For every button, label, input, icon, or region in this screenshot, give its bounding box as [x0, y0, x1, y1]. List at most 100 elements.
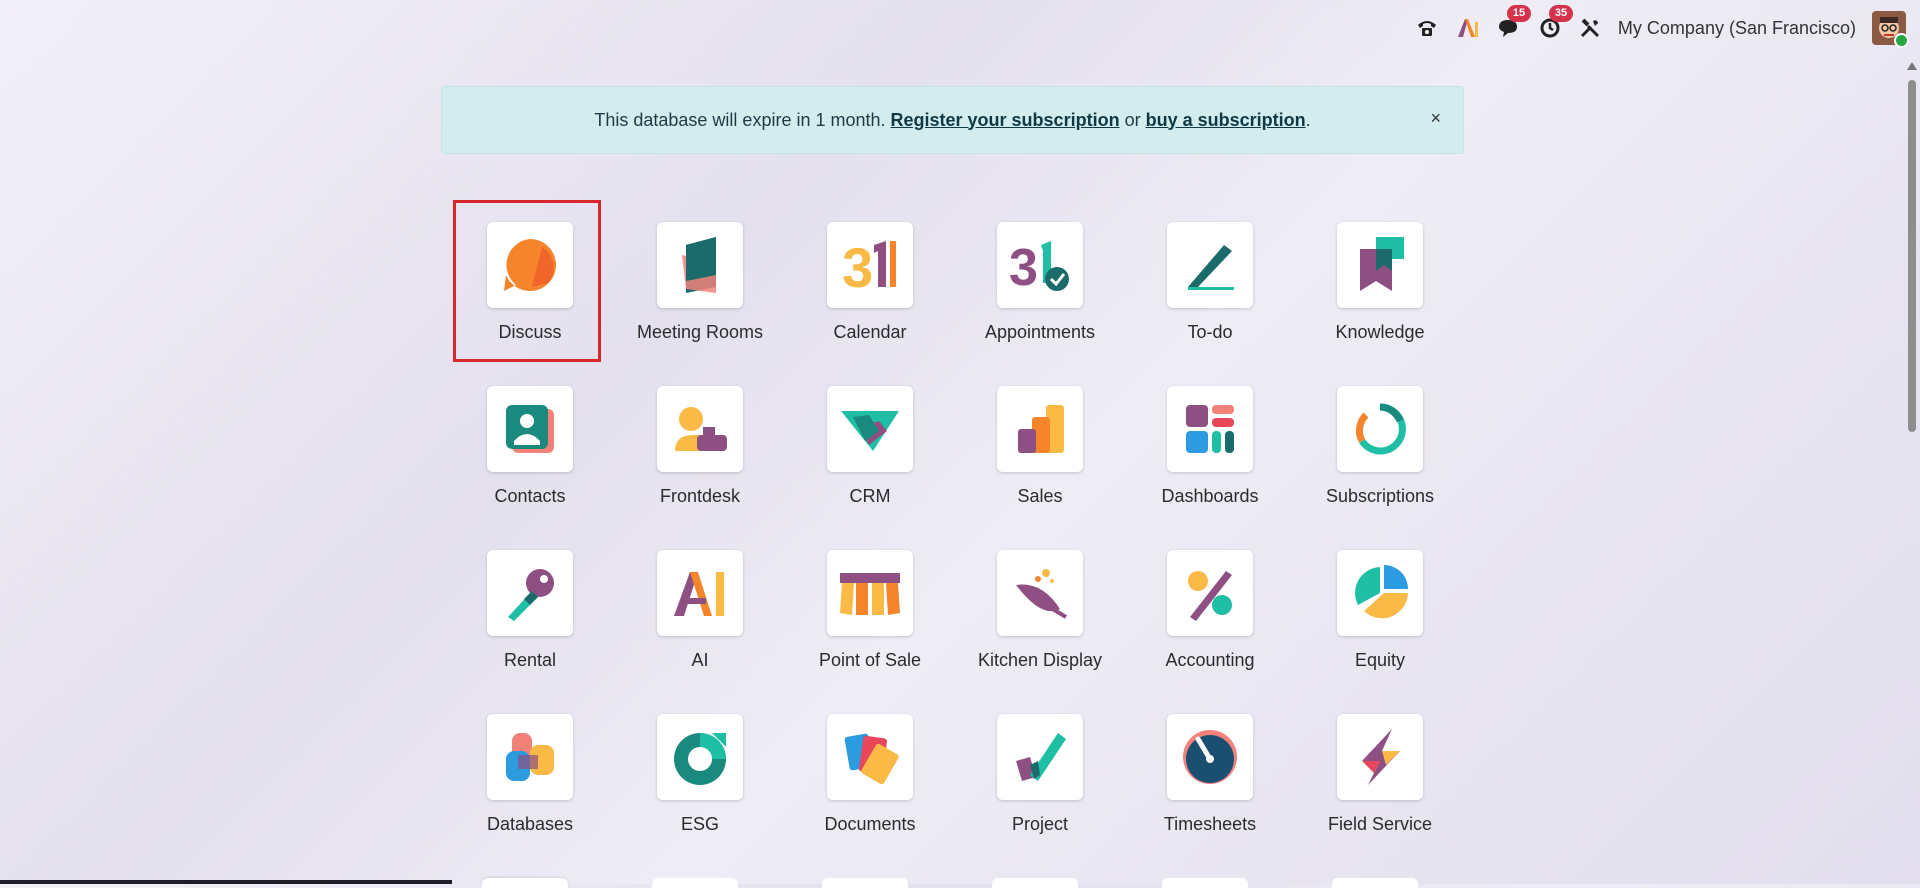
- ai-app-icon: [657, 550, 743, 636]
- close-icon[interactable]: ×: [1430, 108, 1441, 129]
- equity-icon: [1337, 550, 1423, 636]
- online-status-dot: [1894, 33, 1909, 48]
- appointments-icon: 3: [997, 222, 1083, 308]
- timesheets-icon: [1167, 714, 1253, 800]
- app-label: Rental: [503, 650, 557, 670]
- messages-count-badge: 15: [1506, 5, 1532, 22]
- app-crm[interactable]: CRM: [785, 362, 955, 526]
- contacts-icon: [487, 386, 573, 472]
- scrollbar-thumb[interactable]: [1908, 80, 1916, 432]
- knowledge-icon: [1337, 222, 1423, 308]
- app-contacts[interactable]: Contacts: [445, 362, 615, 526]
- app-tile-partial[interactable]: [822, 878, 908, 888]
- field-service-icon: [1337, 714, 1423, 800]
- phone-icon[interactable]: [1415, 17, 1439, 39]
- vertical-scrollbar[interactable]: [1904, 58, 1920, 884]
- documents-icon: [827, 714, 913, 800]
- app-tile-partial[interactable]: [992, 878, 1078, 888]
- user-avatar[interactable]: [1872, 11, 1909, 48]
- app-documents[interactable]: Documents: [785, 690, 955, 854]
- app-label: AI: [691, 650, 709, 670]
- app-calendar[interactable]: 3 Calendar: [785, 198, 955, 362]
- app-label: Frontdesk: [659, 486, 741, 506]
- app-discuss[interactable]: Discuss: [445, 198, 615, 362]
- activities-button[interactable]: 35: [1539, 5, 1574, 39]
- systray: 15 35 My Company (San Francisco): [1406, 5, 1920, 48]
- databases-icon: [487, 714, 573, 800]
- discuss-icon: [487, 222, 573, 308]
- app-label: Timesheets: [1163, 814, 1257, 834]
- todo-icon: [1167, 222, 1253, 308]
- app-label: Appointments: [984, 322, 1096, 342]
- banner-text: This database will expire in 1 month.: [594, 109, 891, 130]
- tools-icon[interactable]: [1579, 17, 1601, 39]
- app-esg[interactable]: ESG: [615, 690, 785, 854]
- rental-icon: [487, 550, 573, 636]
- app-label: Point of Sale: [818, 650, 922, 670]
- app-ai[interactable]: AI: [615, 526, 785, 690]
- app-label: CRM: [849, 486, 891, 506]
- app-accounting[interactable]: Accounting: [1125, 526, 1295, 690]
- banner-period: .: [1305, 109, 1311, 130]
- app-dashboards[interactable]: Dashboards: [1125, 362, 1295, 526]
- buy-subscription-link[interactable]: buy a subscription: [1146, 110, 1306, 131]
- app-label: Dashboards: [1161, 486, 1259, 506]
- app-appointments[interactable]: 3 Appointments: [955, 198, 1125, 362]
- svg-text:3: 3: [842, 237, 873, 293]
- project-icon: [997, 714, 1083, 800]
- ai-icon[interactable]: [1457, 18, 1479, 38]
- app-kitchen-display[interactable]: Kitchen Display: [955, 526, 1125, 690]
- app-point-of-sale[interactable]: Point of Sale: [785, 526, 955, 690]
- app-field-service[interactable]: Field Service: [1295, 690, 1465, 854]
- app-label: Equity: [1354, 650, 1406, 670]
- subscriptions-icon: [1337, 386, 1423, 472]
- point-of-sale-icon: [827, 550, 913, 636]
- app-label: Discuss: [498, 322, 562, 342]
- banner-or-text: or: [1119, 109, 1146, 130]
- app-label: Field Service: [1327, 814, 1433, 834]
- app-label: To-do: [1187, 322, 1233, 342]
- dashboards-icon: [1167, 386, 1253, 472]
- activities-count-badge: 35: [1548, 5, 1574, 22]
- app-label: Kitchen Display: [977, 650, 1103, 670]
- app-tile-partial[interactable]: [652, 878, 738, 888]
- app-label: Contacts: [494, 486, 566, 506]
- app-knowledge[interactable]: Knowledge: [1295, 198, 1465, 362]
- company-switcher[interactable]: My Company (San Francisco): [1618, 18, 1856, 39]
- app-label: Calendar: [833, 322, 907, 342]
- kitchen-display-icon: [997, 550, 1083, 636]
- register-subscription-link[interactable]: Register your subscription: [891, 110, 1120, 131]
- sales-icon: [997, 386, 1083, 472]
- app-project[interactable]: Project: [955, 690, 1125, 854]
- app-tile-partial[interactable]: [1332, 878, 1418, 888]
- app-tile-partial[interactable]: [1162, 878, 1248, 888]
- crm-icon: [827, 386, 913, 472]
- app-subscriptions[interactable]: Subscriptions: [1295, 362, 1465, 526]
- accounting-icon: [1167, 550, 1253, 636]
- app-databases[interactable]: Databases: [445, 690, 615, 854]
- app-label: Project: [1011, 814, 1069, 834]
- app-grid: Discuss Meeting Rooms 3 Calendar 3 Appoi…: [445, 198, 1465, 854]
- app-meeting-rooms[interactable]: Meeting Rooms: [615, 198, 785, 362]
- svg-text:3: 3: [1009, 239, 1038, 293]
- app-label: Meeting Rooms: [636, 322, 764, 342]
- messages-button[interactable]: 15: [1497, 5, 1532, 39]
- app-label: Knowledge: [1335, 322, 1425, 342]
- app-label: Subscriptions: [1325, 486, 1435, 506]
- app-timesheets[interactable]: Timesheets: [1125, 690, 1295, 854]
- app-frontdesk[interactable]: Frontdesk: [615, 362, 785, 526]
- esg-icon: [657, 714, 743, 800]
- app-equity[interactable]: Equity: [1295, 526, 1465, 690]
- app-rental[interactable]: Rental: [445, 526, 615, 690]
- app-label: Accounting: [1165, 650, 1255, 670]
- app-grid-next-row: [445, 878, 1465, 888]
- app-label: Sales: [1017, 486, 1063, 506]
- meeting-rooms-icon: [657, 222, 743, 308]
- calendar-icon: 3: [827, 222, 913, 308]
- scroll-up-arrow-icon[interactable]: [1907, 62, 1917, 70]
- frontdesk-icon: [657, 386, 743, 472]
- bottom-edge-bar: [0, 880, 452, 884]
- app-tile-partial[interactable]: [482, 878, 568, 888]
- app-to-do[interactable]: To-do: [1125, 198, 1295, 362]
- app-sales[interactable]: Sales: [955, 362, 1125, 526]
